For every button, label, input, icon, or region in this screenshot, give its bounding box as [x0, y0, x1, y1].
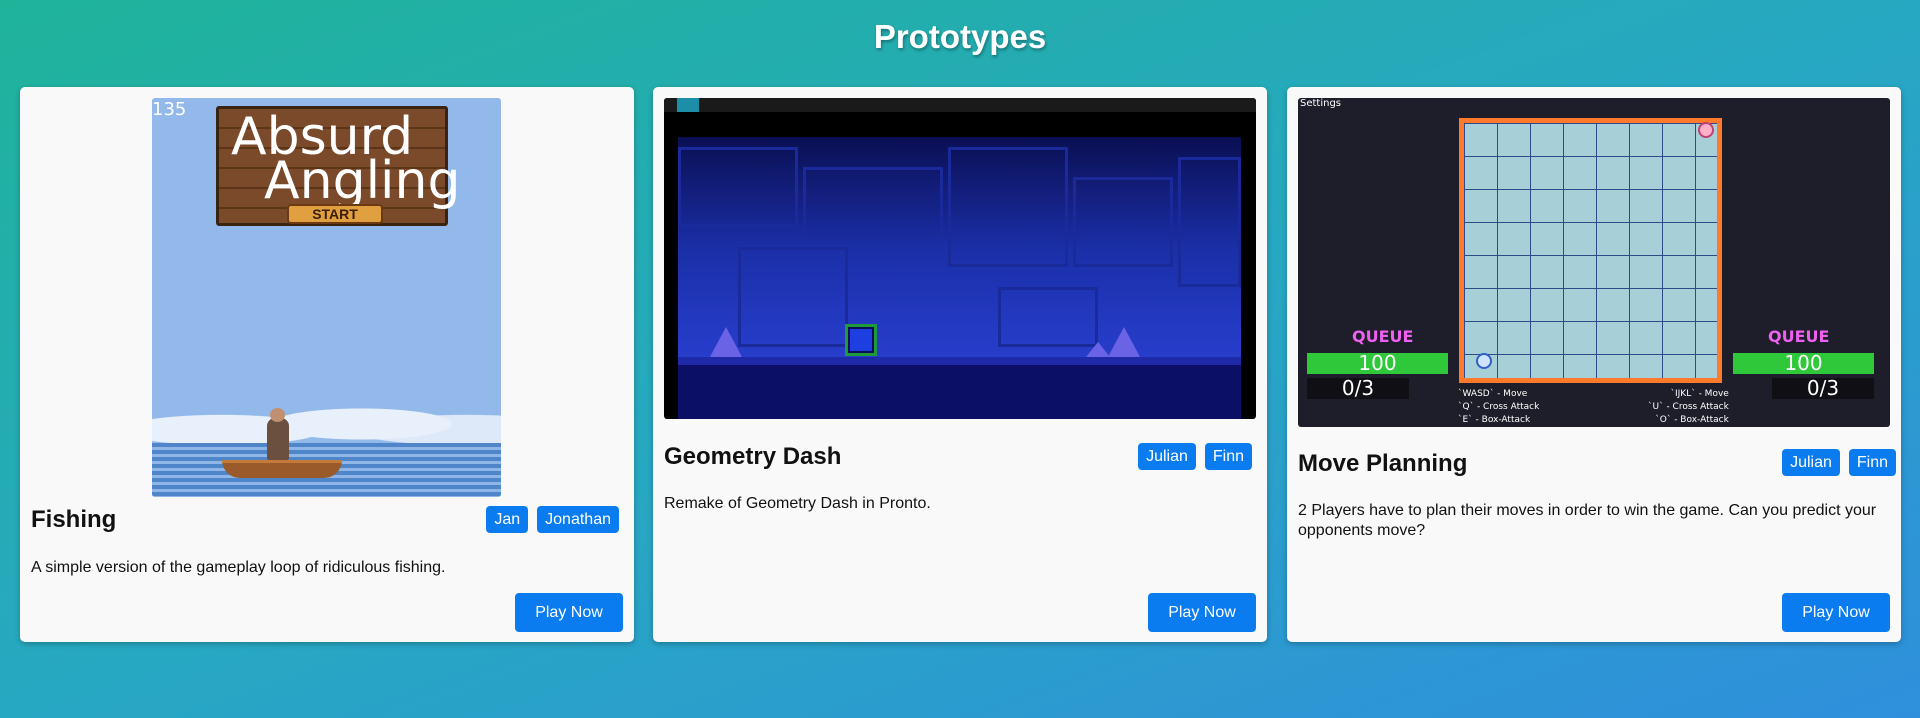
- author-badge: Julian: [1138, 443, 1196, 470]
- player-one-pawn: [1476, 353, 1492, 369]
- left-move-counter: 0/3: [1307, 378, 1409, 399]
- card-title: Move Planning: [1298, 450, 1468, 477]
- author-list: Jan Jonathan: [486, 506, 619, 533]
- right-move-counter: 0/3: [1772, 378, 1874, 399]
- game-board: [1459, 118, 1722, 383]
- geometry-dash-thumbnail: [664, 98, 1256, 419]
- score-counter: 135: [152, 99, 187, 120]
- boat-sprite: [222, 460, 342, 478]
- play-now-button[interactable]: Play Now: [515, 593, 623, 632]
- move-planning-thumbnail: Settings QUEUE 100 0/3 QUEUE 100 0/3 `WA…: [1298, 98, 1890, 427]
- card-title: Geometry Dash: [664, 443, 842, 470]
- card-description: A simple version of the gameplay loop of…: [31, 559, 446, 576]
- player-two-pawn: [1698, 122, 1714, 138]
- project-card-move-planning: Settings QUEUE 100 0/3 QUEUE 100 0/3 `WA…: [1287, 87, 1901, 642]
- right-queue-label: QUEUE: [1768, 327, 1830, 346]
- card-description: 2 Players have to plan their moves in or…: [1298, 502, 1877, 539]
- card-title: Fishing: [31, 506, 117, 533]
- left-queue-label: QUEUE: [1352, 327, 1414, 346]
- fishing-thumbnail: Absurd Angling START 135: [152, 98, 501, 497]
- project-card-geometry-dash: Geometry Dash Julian Finn Remake of Geom…: [653, 87, 1267, 642]
- game-title: Absurd Angling: [231, 107, 461, 211]
- start-label: START: [287, 204, 383, 224]
- play-now-button[interactable]: Play Now: [1782, 593, 1890, 632]
- author-badge: Jan: [486, 506, 529, 533]
- right-controls-help: `IJKL` - Move `U` - Cross Attack `O` - B…: [1648, 389, 1729, 425]
- spike-shape: [1086, 342, 1110, 357]
- author-list: Julian Finn: [1782, 449, 1896, 476]
- fisher-sprite: [267, 418, 289, 460]
- player-cube: [848, 327, 874, 353]
- author-badge: Finn: [1204, 443, 1252, 470]
- project-card-fishing: Absurd Angling START 135 Fishing Jan Jon…: [20, 87, 634, 642]
- author-badge: Julian: [1782, 449, 1840, 476]
- right-health-bar: 100: [1733, 353, 1874, 374]
- page-title: Prototypes: [873, 18, 1047, 55]
- author-badge: Jonathan: [537, 506, 619, 533]
- author-badge: Finn: [1848, 449, 1896, 476]
- author-list: Julian Finn: [1138, 443, 1252, 470]
- settings-label: Settings: [1300, 98, 1342, 109]
- spike-shape: [710, 327, 742, 357]
- card-description: Remake of Geometry Dash in Pronto.: [664, 495, 931, 512]
- left-health-bar: 100: [1307, 353, 1448, 374]
- title-sign: Absurd Angling START: [216, 106, 460, 226]
- left-controls-help: `WASD` - Move `Q` - Cross Attack `E` - B…: [1458, 389, 1540, 425]
- spike-shape: [1108, 327, 1140, 357]
- play-now-button[interactable]: Play Now: [1148, 593, 1256, 632]
